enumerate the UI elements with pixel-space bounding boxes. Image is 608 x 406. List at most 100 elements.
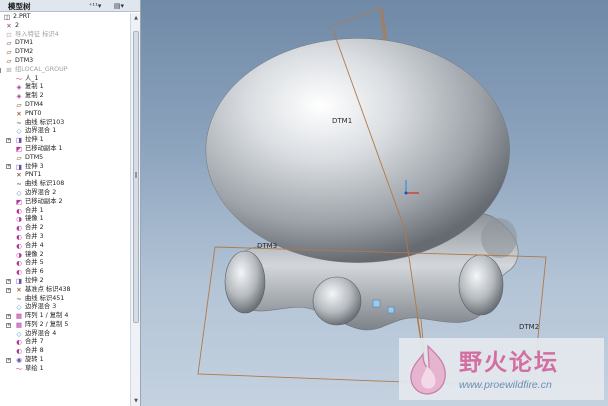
tree-settings-button[interactable]: ⁺¹¹▾ <box>86 1 104 11</box>
expand-icon[interactable]: + <box>6 287 11 293</box>
datum-point-icon: ✕ <box>16 171 22 180</box>
cylinder-opening-left[interactable] <box>224 250 266 314</box>
tree-item[interactable]: ✕ PNT1 <box>0 171 131 180</box>
tree-item[interactable]: ◐ 合并 4 <box>0 242 131 251</box>
datum-plane-icon: ▱ <box>6 56 12 65</box>
merge-icon: ◐ <box>16 268 22 277</box>
tree-item[interactable]: ▱ DTM4 <box>0 101 131 110</box>
tree-item[interactable]: ◇ 边界混合 4 <box>0 330 131 339</box>
tree-item[interactable]: ✕ 2 <box>0 22 131 31</box>
tree-item[interactable]: + ▦ 阵列 2 / 复制 5 <box>0 321 131 330</box>
expand-icon[interactable]: + <box>6 313 11 319</box>
graphics-viewport[interactable]: DTM1 DTM3 DTM2 野火论坛 www.proewildfire.cn <box>141 0 608 406</box>
tree-item-label: PNT1 <box>25 171 42 179</box>
tree-item[interactable]: ◇ 边界混合 2 <box>0 189 131 198</box>
datum-plane-icon: ▱ <box>6 48 12 57</box>
tree-item[interactable]: ◐ 合并 1 <box>0 207 131 216</box>
tree-item[interactable]: ◈ 复制 1 <box>0 83 131 92</box>
tree-item[interactable]: ◩ 已移动副本 1 <box>0 145 131 154</box>
scroll-up-icon[interactable]: ▲ <box>132 14 140 22</box>
expand-icon[interactable]: + <box>6 278 11 284</box>
tree-item[interactable]: + ◨ 拉伸 2 <box>0 277 131 286</box>
tree-item-label: 合并 7 <box>25 338 44 346</box>
tree-item[interactable]: + ▦ 阵列 1 / 复制 4 <box>0 312 131 321</box>
tree-item[interactable]: ▱ DTM1 <box>0 39 131 48</box>
pattern-icon: ▦ <box>15 312 23 321</box>
tree-item[interactable]: ◇ 边界混合 3 <box>0 303 131 312</box>
tree-item[interactable]: + ◉ 旋转 1 <box>0 356 131 365</box>
tree-item[interactable]: ∼ 曲线 标识108 <box>0 180 131 189</box>
model-tree-list: ◫2.PRT✕2⊡导入特征 标识4▱DTM1▱DTM2▱DTM3−⊞组LOCAL… <box>0 13 131 406</box>
expand-icon[interactable]: + <box>6 357 11 363</box>
tree-item[interactable]: ∼ 曲线 标识103 <box>0 119 131 128</box>
tree-item[interactable]: + ✕ 基准点 标识438 <box>0 286 131 295</box>
datum-plane-icon: ▱ <box>6 39 12 48</box>
tree-item-label: 复制 1 <box>25 83 44 91</box>
model-tree-panel: 模型树 ⁺¹¹▾ ▤▾ ◫ 2.PRT ✕ 2 ⊡ 导入特征 标识4 ▱ DTM1 ▱ DTM2 ▱… <box>0 0 141 406</box>
tree-vertical-scrollbar[interactable]: ▲ ▼ <box>130 13 140 406</box>
tree-item[interactable]: ◐ 合并 3 <box>0 233 131 242</box>
tree-item[interactable]: ◈ 复制 2 <box>0 92 131 101</box>
boundary-blend-icon: ◇ <box>16 303 22 312</box>
tree-item[interactable]: ⊡ 导入特征 标识4 <box>0 31 131 40</box>
tree-item[interactable]: ∼ 曲线 标识451 <box>0 295 131 304</box>
tree-item[interactable]: −⊞组LOCAL_GROUP <box>0 66 131 75</box>
datum-plane-icon: ▱ <box>16 100 22 109</box>
scrollbar-thumb[interactable] <box>133 31 139 323</box>
tree-item[interactable]: ◐ 合并 7 <box>0 338 131 347</box>
expand-icon[interactable]: + <box>6 164 11 170</box>
tree-item[interactable]: ◇ 边界混合 1 <box>0 127 131 136</box>
sphere-front[interactable] <box>312 276 362 326</box>
scrollbar-grip-icon <box>135 172 137 178</box>
merge-icon: ◐ <box>16 241 22 250</box>
cylinder-opening-right[interactable] <box>458 254 504 316</box>
tree-item[interactable]: ◐ 合并 5 <box>0 259 131 268</box>
revolve-icon: ◉ <box>16 356 22 365</box>
merge-icon: ◐ <box>16 347 22 356</box>
tree-item-label: 边界混合 1 <box>25 127 57 135</box>
model-tree-header: 模型树 ⁺¹¹▾ ▤▾ <box>0 0 140 12</box>
flame-logo-icon <box>410 344 446 395</box>
tree-item-label: 合并 4 <box>25 241 44 249</box>
tree-item[interactable]: ◑ 镜像 1 <box>0 215 131 224</box>
datum-point-icon: ✕ <box>16 285 22 294</box>
collapse-icon[interactable]: − <box>0 67 1 73</box>
tree-item-label: 阵列 2 / 复制 5 <box>25 320 69 328</box>
tree-item-label: 复制 2 <box>25 92 44 100</box>
scroll-down-icon[interactable]: ▼ <box>132 397 140 405</box>
tree-item[interactable]: ◩ 已移动副本 2 <box>0 198 131 207</box>
tree-item-label: 合并 3 <box>25 232 44 240</box>
tree-item[interactable]: 〜草绘 1 <box>0 365 131 374</box>
tree-item-label: 2 <box>15 21 20 29</box>
tree-item[interactable]: 〜人_1 <box>0 75 131 84</box>
tree-item[interactable]: ◑ 镜像 2 <box>0 251 131 260</box>
tree-item[interactable]: ◐ 合并 6 <box>0 268 131 277</box>
datum-plane-icon: ▱ <box>16 153 22 162</box>
tree-item-label: 边界混合 3 <box>25 303 57 311</box>
tree-item[interactable]: ▱ DTM5 <box>0 154 131 163</box>
tree-item[interactable]: ▱ DTM3 <box>0 57 131 66</box>
expand-icon[interactable]: + <box>6 137 11 143</box>
tree-item[interactable]: ◫ 2.PRT <box>0 13 131 22</box>
model-dome[interactable] <box>205 38 510 263</box>
merge-icon: ◐ <box>16 206 22 215</box>
tree-item[interactable]: ✕ PNT0 <box>0 110 131 119</box>
tree-item[interactable]: + ◨ 拉伸 1 <box>0 136 131 145</box>
tree-item-label: DTM5 <box>25 153 44 161</box>
sketch-icon: 〜 <box>15 74 23 83</box>
mirror-icon: ◑ <box>16 250 22 259</box>
moved-copy-icon: ◩ <box>15 144 23 153</box>
tree-item[interactable]: ◐ 合并 8 <box>0 347 131 356</box>
model-tree-title: 模型树 <box>8 2 31 11</box>
show-menu-button[interactable]: ▤▾ <box>110 1 128 11</box>
expand-icon[interactable]: + <box>6 322 11 328</box>
tree-item-label: 合并 8 <box>25 347 44 355</box>
tree-item-label: DTM1 <box>15 39 34 47</box>
plane-label-dtm1: DTM1 <box>332 117 352 125</box>
tree-item-label: DTM2 <box>15 48 34 56</box>
tree-item[interactable]: ◐ 合并 2 <box>0 224 131 233</box>
tree-item[interactable]: + ◨ 拉伸 3 <box>0 163 131 172</box>
tree-item-label: 曲线 标识108 <box>25 180 65 188</box>
tree-item[interactable]: ▱ DTM2 <box>0 48 131 57</box>
plane-label-dtm2: DTM2 <box>519 323 539 331</box>
